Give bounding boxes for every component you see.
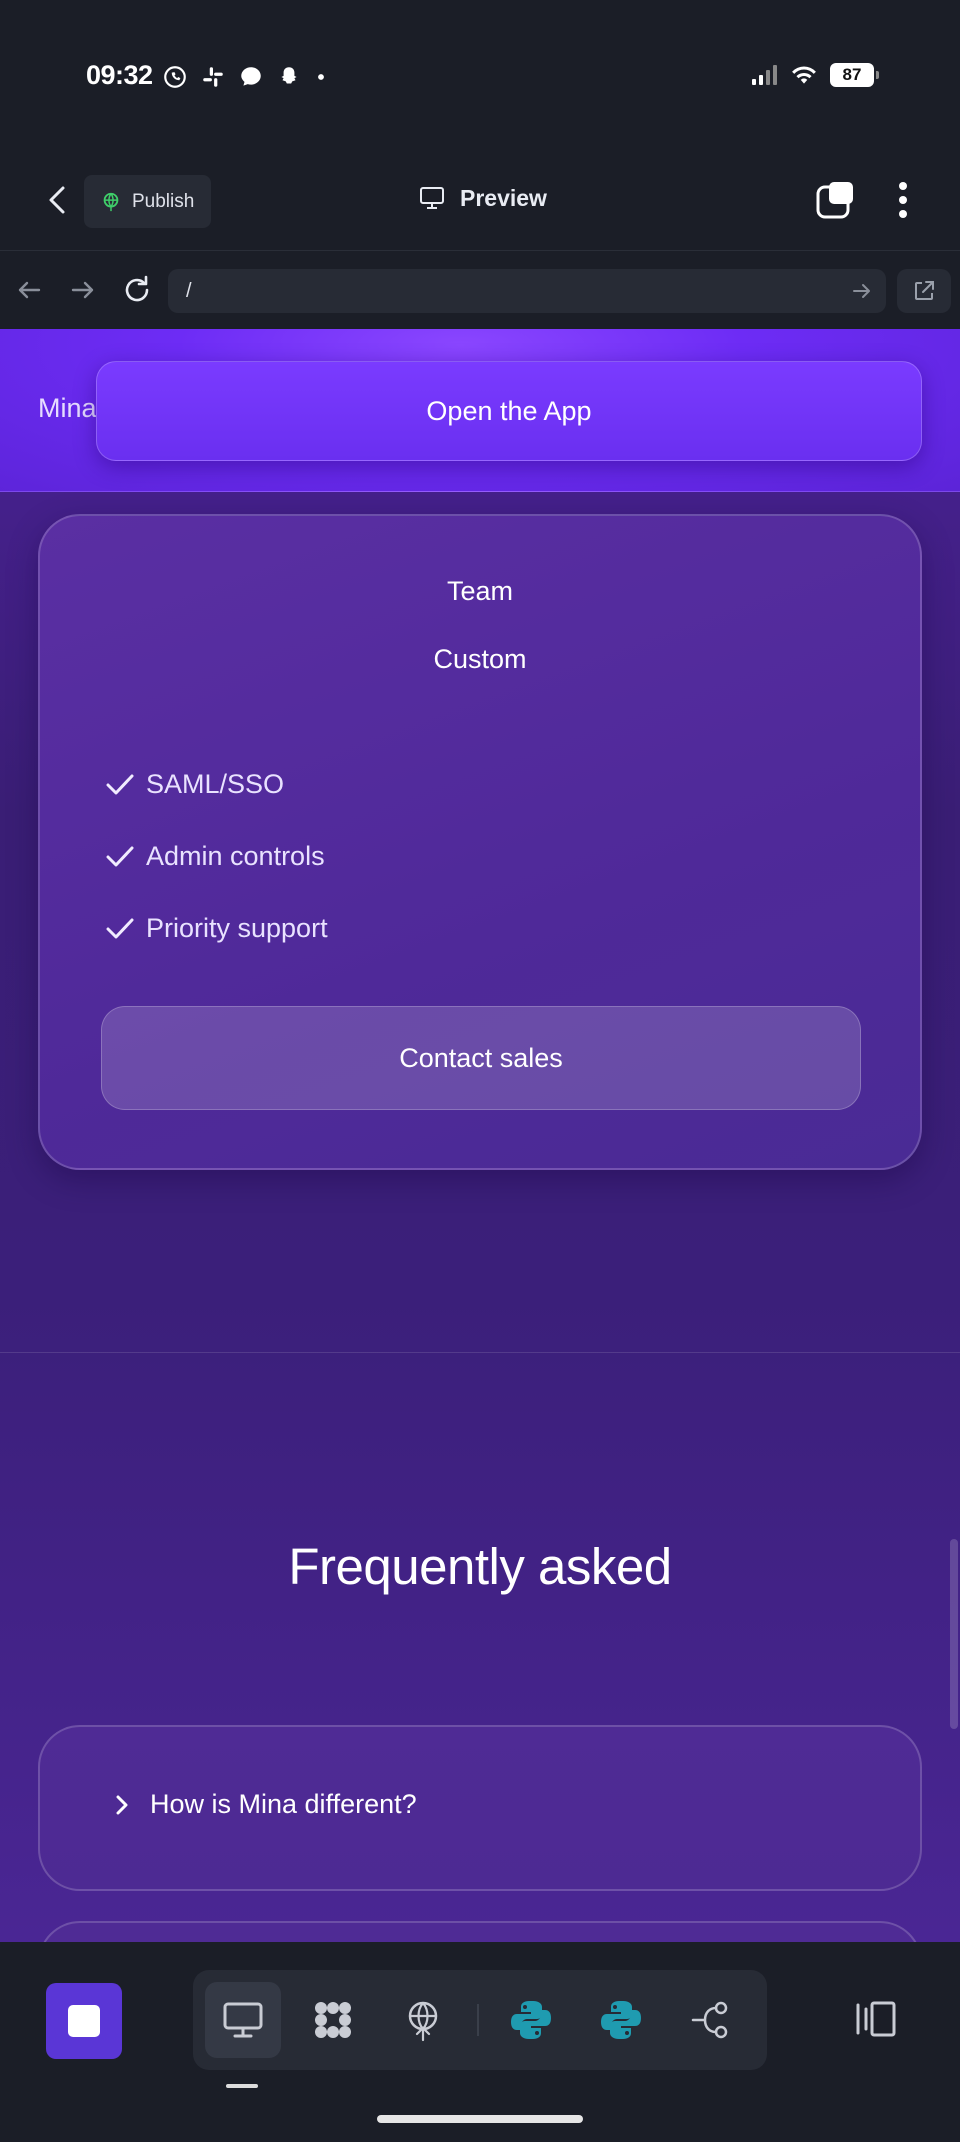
notification-icons bbox=[162, 64, 328, 90]
feature-label: SAML/SSO bbox=[146, 768, 285, 799]
url-go-icon[interactable] bbox=[850, 279, 874, 303]
stop-button[interactable] bbox=[46, 1983, 122, 2059]
active-tool-indicator bbox=[226, 2084, 258, 2088]
publish-icon bbox=[408, 2001, 438, 2042]
reload-icon[interactable] bbox=[120, 273, 154, 307]
battery-indicator: 87 bbox=[830, 63, 879, 87]
section-divider bbox=[0, 1352, 960, 1353]
monitor-icon bbox=[420, 187, 444, 209]
messenger-icon bbox=[241, 67, 261, 86]
python-icon bbox=[511, 2001, 551, 2039]
open-app-button[interactable]: Open the App bbox=[96, 361, 922, 461]
tool-grid-app[interactable] bbox=[295, 1982, 371, 2058]
system-status: 87 bbox=[750, 62, 879, 88]
preview-viewport: Mina Open the App Team Custom SAML/SSO A… bbox=[0, 329, 960, 1942]
tool-desktop[interactable] bbox=[205, 1982, 281, 2058]
publish-icon bbox=[103, 192, 119, 211]
site-brand[interactable]: Mina bbox=[38, 393, 97, 424]
panel-toggle-icon[interactable] bbox=[852, 1995, 900, 2043]
checkmark-icon bbox=[106, 918, 134, 939]
url-input[interactable] bbox=[168, 269, 886, 313]
app-header: Publish Preview bbox=[0, 150, 960, 250]
stop-icon bbox=[68, 2005, 100, 2037]
nav-forward-icon[interactable] bbox=[66, 273, 100, 307]
contact-sales-button[interactable]: Contact sales bbox=[101, 1006, 861, 1110]
feature-list: SAML/SSO Admin controls Priority support bbox=[104, 748, 328, 964]
feature-item: Admin controls bbox=[104, 820, 328, 892]
signal-icon bbox=[752, 65, 777, 85]
desktop-icon bbox=[223, 2002, 263, 2038]
open-external-button[interactable] bbox=[897, 269, 951, 313]
faq-question-text: How is Mina different? bbox=[150, 1789, 417, 1819]
python-icon bbox=[601, 2001, 641, 2039]
preview-tab[interactable]: Preview bbox=[418, 184, 547, 212]
feature-label: Admin controls bbox=[146, 840, 325, 871]
bottom-toolbar bbox=[0, 1942, 960, 2142]
whatsapp-icon bbox=[164, 66, 186, 88]
preview-label: Preview bbox=[460, 184, 547, 211]
site-navbar: Mina Open the App bbox=[0, 329, 960, 492]
faq-title: Frequently asked bbox=[288, 1538, 672, 1595]
more-options-icon[interactable] bbox=[888, 178, 918, 222]
publish-label: Publish bbox=[132, 190, 195, 212]
tool-python-1[interactable] bbox=[493, 1982, 569, 2058]
feature-label: Priority support bbox=[146, 912, 328, 943]
status-bar: 09:32 87 bbox=[0, 0, 960, 150]
tabs-icon[interactable] bbox=[815, 180, 855, 220]
checkmark-icon bbox=[106, 846, 134, 867]
feature-item: Priority support bbox=[104, 892, 328, 964]
chevron-right-icon bbox=[116, 1795, 128, 1814]
url-bar bbox=[0, 250, 960, 329]
faq-question: How is Mina different? bbox=[108, 1789, 417, 1820]
checkmark-icon bbox=[106, 774, 134, 795]
pricing-card-team: Team Custom SAML/SSO Admin controls Prio… bbox=[38, 514, 922, 1170]
faq-item[interactable]: How is Mina different? bbox=[38, 1725, 922, 1891]
home-indicator bbox=[377, 2115, 583, 2123]
faq-item-next[interactable] bbox=[38, 1921, 922, 1942]
external-link-icon bbox=[915, 281, 934, 300]
publish-button[interactable]: Publish bbox=[84, 175, 211, 228]
back-chevron-icon[interactable] bbox=[38, 180, 78, 220]
nav-back-icon[interactable] bbox=[12, 273, 46, 307]
scrollbar-thumb[interactable] bbox=[950, 1539, 958, 1729]
tool-python-2[interactable] bbox=[583, 1982, 659, 2058]
toolbar-separator bbox=[477, 2004, 479, 2036]
feature-item: SAML/SSO bbox=[104, 748, 328, 820]
slack-icon bbox=[203, 67, 223, 87]
plan-price: Custom bbox=[433, 644, 527, 674]
dot-icon bbox=[318, 74, 324, 80]
tool-publish[interactable] bbox=[385, 1982, 461, 2058]
snapchat-icon bbox=[281, 67, 297, 84]
tool-group bbox=[193, 1970, 767, 2070]
tool-workflow[interactable] bbox=[673, 1982, 749, 2058]
workflow-icon bbox=[691, 2001, 728, 2039]
wifi-icon bbox=[792, 66, 816, 84]
plan-name: Team bbox=[446, 576, 514, 606]
grid-app-icon bbox=[315, 2002, 351, 2038]
status-time: 09:32 bbox=[86, 60, 153, 90]
